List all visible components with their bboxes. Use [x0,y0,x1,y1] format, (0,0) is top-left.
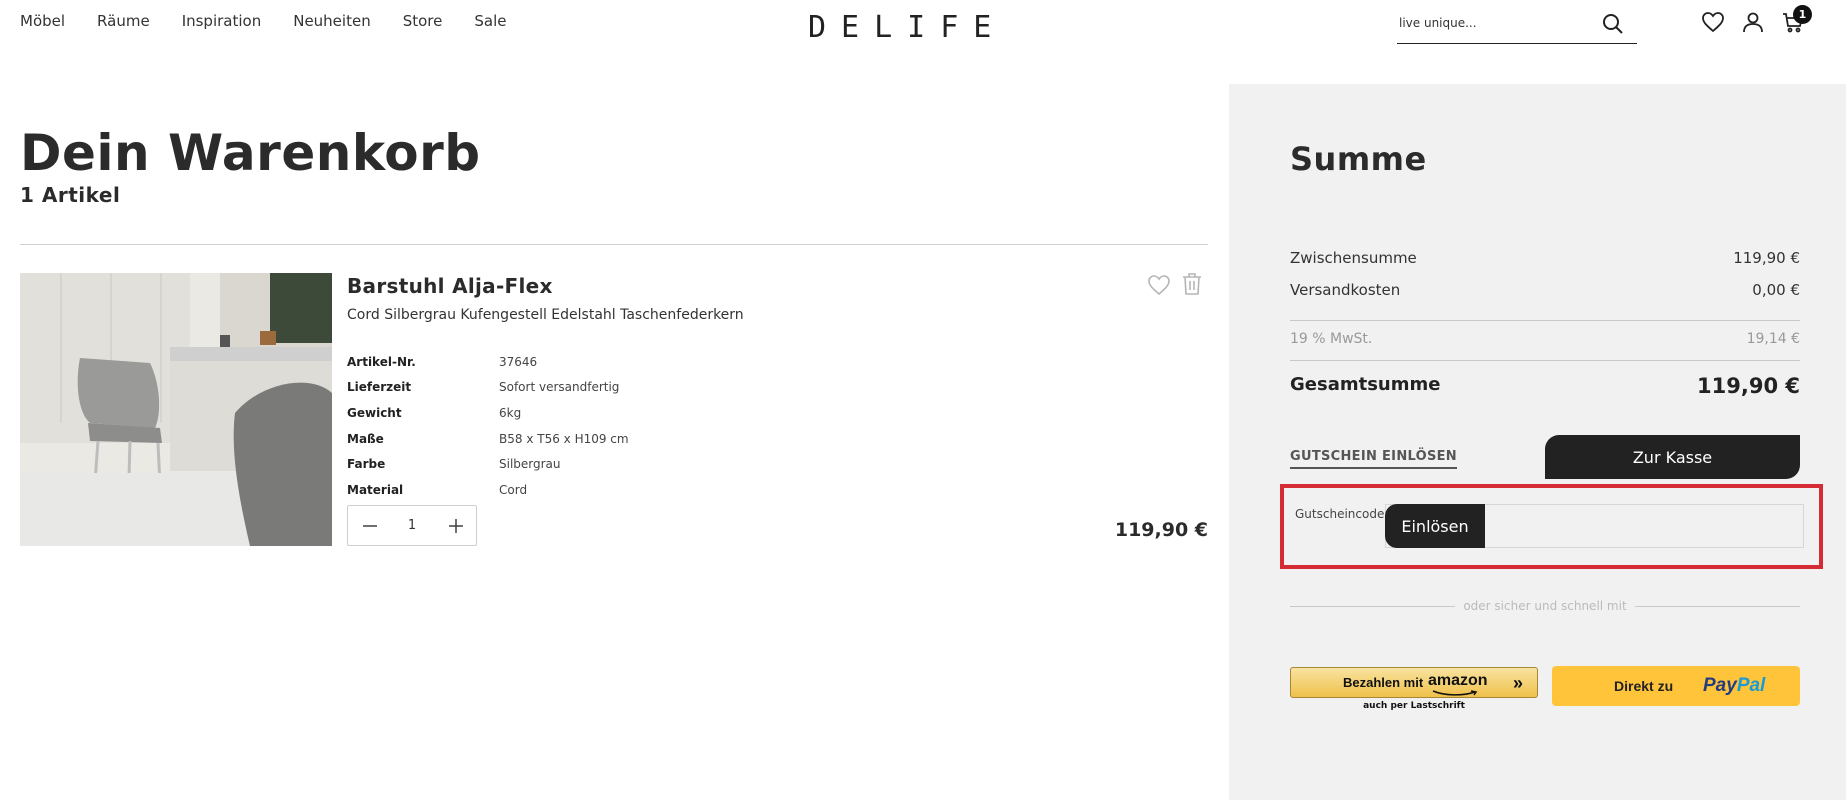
amazon-logo: amazon [1428,672,1488,689]
main-nav: Möbel Räume Inspiration Neuheiten Store … [20,12,538,30]
paypal-logo-part1: Pay [1703,675,1737,696]
product-photo [20,273,332,546]
checkout-button[interactable]: Zur Kasse [1545,435,1800,479]
amazon-pay-label: Bezahlen mit [1343,675,1424,690]
subtotal-value: 119,90 € [1733,249,1800,267]
summary-title: Summe [1290,140,1427,178]
paypal-logo: PayPal [1703,675,1765,697]
spec-value: Cord [499,482,528,497]
amazon-smile-icon [1432,690,1478,696]
express-divider-text: oder sicher und schnell mit [1463,599,1627,613]
vat-label: 19 % MwSt. [1290,331,1373,347]
subtotal-row: Zwischensumme 119,90 € [1290,249,1800,267]
nav-item-raeume[interactable]: Räume [97,12,150,30]
redeem-button[interactable]: Einlösen [1385,504,1485,548]
spec-row: Material Cord [347,477,629,503]
vat-value: 19,14 € [1746,331,1800,347]
quantity-input[interactable] [398,518,426,533]
spec-label: Farbe [347,457,386,472]
paypal-button[interactable]: Direkt zu PayPal [1552,666,1800,706]
heart-icon[interactable] [1701,10,1725,34]
product-description: Cord Silbergrau Kufengestell Edelstahl T… [347,307,744,323]
total-label: Gesamtsumme [1290,374,1441,395]
shipping-row: Versandkosten 0,00 € [1290,281,1800,299]
item-count: 1 Artikel [20,183,121,207]
spec-row: Maße B58 x T56 x H109 cm [347,426,629,452]
paypal-logo-part2: Pal [1736,675,1766,696]
spec-label: Lieferzeit [347,380,412,395]
quantity-stepper [347,505,477,546]
spec-value: Silbergrau [499,457,561,472]
nav-item-inspiration[interactable]: Inspiration [182,12,262,30]
cart-count-badge: 1 [1793,5,1812,24]
trash-icon[interactable] [1182,272,1202,296]
spec-row: Gewicht 6kg [347,400,629,426]
voucher-toggle-link[interactable]: GUTSCHEIN EINLÖSEN [1290,449,1457,469]
spec-label: Material [347,482,404,497]
site-header: Möbel Räume Inspiration Neuheiten Store … [0,0,1846,45]
plus-icon[interactable] [446,516,466,536]
spec-row: Lieferzeit Sofort versandfertig [347,375,629,401]
amazon-pay-button[interactable]: Bezahlen mit amazon » [1290,667,1538,698]
divider [20,244,1208,245]
voucher-label: Gutscheincode [1295,507,1385,521]
divider [1290,360,1800,361]
site-logo[interactable]: DELIFE [808,10,1006,45]
spec-label: Gewicht [347,405,402,420]
total-row: Gesamtsumme 119,90 € [1290,374,1800,398]
nav-item-sale[interactable]: Sale [474,12,506,30]
total-value: 119,90 € [1697,374,1800,398]
nav-item-store[interactable]: Store [403,12,443,30]
spec-label: Maße [347,431,384,446]
spec-value: 6kg [499,405,522,420]
spec-row: Farbe Silbergrau [347,451,629,477]
amazon-pay-subtext: auch per Lastschrift [1363,701,1465,711]
nav-item-neuheiten[interactable]: Neuheiten [293,12,370,30]
spec-row: Artikel-Nr. 37646 [347,349,629,375]
product-name[interactable]: Barstuhl Alja-Flex [347,274,553,298]
search-icon[interactable] [1601,12,1625,36]
spec-value: Sofort versandfertig [499,380,620,395]
product-specs: Artikel-Nr. 37646 Lieferzeit Sofort vers… [347,349,629,503]
shipping-label: Versandkosten [1290,281,1401,299]
spec-value: 37646 [499,354,538,369]
product-price: 119,90 € [1114,519,1208,541]
wishlist-heart-icon[interactable] [1147,274,1171,296]
user-icon[interactable] [1741,10,1765,34]
shipping-value: 0,00 € [1752,281,1800,299]
spec-label: Artikel-Nr. [347,354,416,369]
search-bar [1397,6,1637,44]
paypal-label: Direkt zu [1614,678,1674,694]
subtotal-label: Zwischensumme [1290,249,1417,267]
page-title: Dein Warenkorb [20,124,481,182]
search-input[interactable] [1399,16,1589,30]
nav-item-moebel[interactable]: Möbel [20,12,65,30]
double-chevron-right-icon: » [1512,673,1523,693]
vat-row: 19 % MwSt. 19,14 € [1290,331,1800,347]
product-image[interactable] [20,273,332,546]
minus-icon[interactable] [360,516,380,536]
spec-value: B58 x T56 x H109 cm [499,431,629,446]
divider [1290,320,1800,321]
